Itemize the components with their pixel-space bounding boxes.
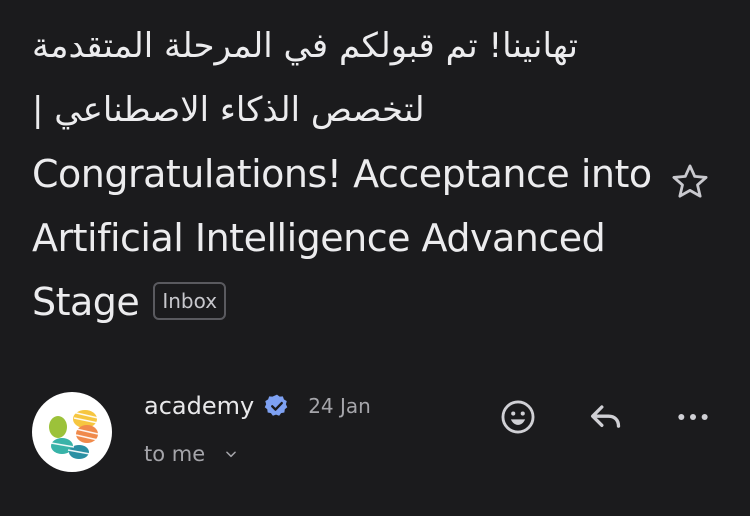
reply-button[interactable] (583, 394, 629, 440)
add-reaction-button[interactable] (495, 394, 541, 440)
verified-badge-icon (264, 393, 290, 419)
star-button[interactable] (666, 158, 714, 206)
subject-arabic: تهانينا! تم قبولكم في المرحلة المتقدمة ل… (32, 26, 578, 130)
recipient-label: to me (144, 442, 206, 466)
academy-logo-icon (49, 410, 99, 459)
star-outline-icon (672, 164, 708, 198)
reply-icon (591, 405, 621, 428)
more-options-button[interactable] (670, 394, 716, 440)
recipient-toggle[interactable]: to me (144, 442, 239, 466)
sender-row[interactable]: academy 24 Jan (144, 392, 371, 420)
email-date: 24 Jan (308, 394, 371, 418)
sender-avatar[interactable] (32, 392, 112, 472)
inbox-label-badge[interactable]: Inbox (153, 281, 227, 320)
more-horizontal-icon (678, 414, 708, 420)
email-subject: تهانينا! تم قبولكم في المرحلة المتقدمة ل… (32, 14, 652, 334)
emoji-reaction-icon (501, 400, 535, 434)
subject-english: Congratulations! Acceptance into Artific… (32, 152, 652, 324)
chevron-down-icon[interactable] (223, 446, 239, 462)
sender-name[interactable]: academy (144, 392, 254, 420)
